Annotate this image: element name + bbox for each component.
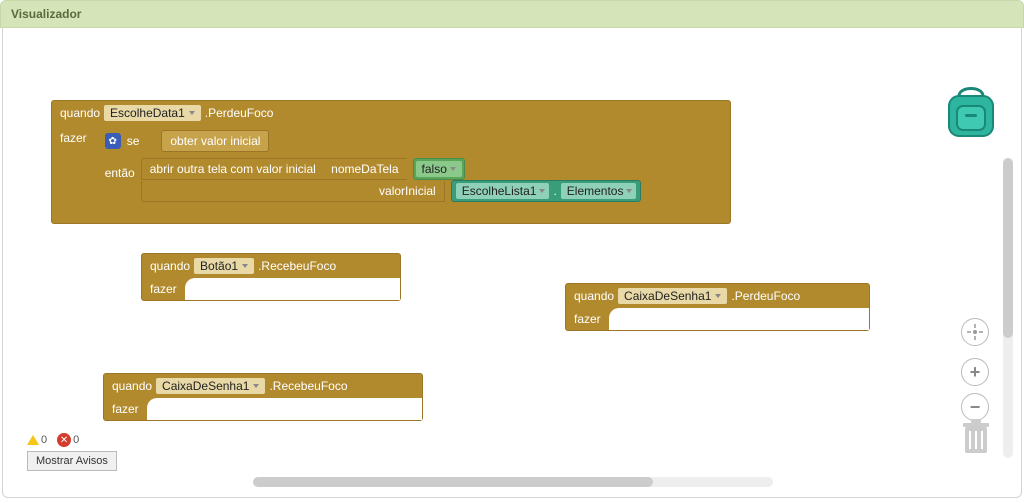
- component-dropdown[interactable]: CaixaDeSenha1: [156, 378, 265, 394]
- chevron-down-icon: [715, 294, 721, 298]
- dropdown-label: Elementos: [567, 184, 624, 198]
- blocks-canvas-container: quando EscolheData1 .PerdeuFoco fazer ✿ …: [2, 28, 1022, 498]
- event-name: .PerdeuFoco: [731, 289, 800, 303]
- then-label: então: [105, 158, 135, 180]
- event-block-escolhedata-perdeufoco[interactable]: quando EscolheData1 .PerdeuFoco fazer ✿ …: [51, 100, 731, 224]
- horizontal-scrollbar[interactable]: [253, 477, 773, 487]
- chevron-down-icon: [450, 167, 456, 171]
- vertical-scrollbar[interactable]: [1003, 158, 1013, 458]
- dropdown-label: Botão1: [200, 259, 238, 273]
- vertical-scroll-thumb[interactable]: [1003, 158, 1013, 338]
- show-warnings-label: Mostrar Avisos: [36, 455, 108, 467]
- property-dropdown[interactable]: Elementos: [561, 183, 637, 199]
- condition-block[interactable]: obter valor inicial: [161, 130, 269, 152]
- event-header: quando Botão1 .RecebeuFoco: [142, 254, 400, 278]
- horizontal-scroll-thumb[interactable]: [253, 477, 653, 487]
- chevron-down-icon: [242, 264, 248, 268]
- event-name: .RecebeuFoco: [258, 259, 336, 273]
- backpack-icon[interactable]: [939, 78, 1003, 142]
- panel-title: Visualizador: [11, 7, 81, 21]
- errors-count: 0: [73, 434, 79, 446]
- condition-text: obter valor inicial: [170, 134, 260, 148]
- when-label: quando: [60, 106, 100, 120]
- false-text: falso: [422, 162, 447, 176]
- component-dropdown[interactable]: Botão1: [194, 258, 254, 274]
- logic-false-block[interactable]: falso: [413, 158, 465, 180]
- event-header: quando CaixaDeSenha1 .PerdeuFoco: [566, 284, 869, 308]
- errors-indicator[interactable]: ✕ 0: [57, 433, 79, 447]
- dot: .: [553, 184, 556, 198]
- event-block-botao1-recebeufoco[interactable]: quando Botão1 .RecebeuFoco fazer: [141, 253, 401, 301]
- if-label: se: [127, 134, 140, 148]
- do-label: fazer: [566, 308, 609, 330]
- warning-icon: [27, 435, 39, 445]
- empty-body-slot[interactable]: [609, 308, 869, 330]
- then-row: então abrir outra tela com valor inicial…: [97, 155, 730, 205]
- event-block-caixadesenha-recebeufoco[interactable]: quando CaixaDeSenha1 .RecebeuFoco fazer: [103, 373, 423, 421]
- error-icon: ✕: [57, 433, 71, 447]
- arg-name-label: nomeDaTela: [331, 162, 398, 176]
- event-block-caixadesenha-perdeufoco[interactable]: quando CaixaDeSenha1 .PerdeuFoco fazer: [565, 283, 870, 331]
- zoom-in-button[interactable]: +: [961, 358, 989, 386]
- event-name: .RecebeuFoco: [269, 379, 347, 393]
- panel-header: Visualizador: [0, 0, 1024, 28]
- blocks-canvas[interactable]: quando EscolheData1 .PerdeuFoco fazer ✿ …: [3, 28, 993, 468]
- do-label: fazer: [104, 398, 147, 420]
- gear-icon[interactable]: ✿: [105, 133, 121, 149]
- if-row: ✿ se obter valor inicial: [97, 127, 730, 155]
- chevron-down-icon: [189, 111, 195, 115]
- component-dropdown[interactable]: EscolheData1: [104, 105, 201, 121]
- dropdown-label: EscolheLista1: [462, 184, 537, 198]
- show-warnings-button[interactable]: Mostrar Avisos: [27, 451, 117, 471]
- dropdown-label: EscolheData1: [110, 106, 185, 120]
- event-body: fazer ✿ se obter valor inicial: [52, 125, 730, 223]
- center-button[interactable]: [961, 318, 989, 346]
- empty-body-slot[interactable]: [185, 278, 400, 300]
- arg-valorinicial-label: valorInicial: [379, 184, 436, 198]
- component-dropdown[interactable]: EscolheLista1: [456, 183, 550, 199]
- do-label: fazer: [142, 278, 185, 300]
- do-label: fazer: [60, 127, 87, 145]
- when-label: quando: [574, 289, 614, 303]
- empty-body-slot[interactable]: [147, 398, 422, 420]
- trash-icon[interactable]: [959, 417, 993, 457]
- event-name: .PerdeuFoco: [205, 106, 274, 120]
- chevron-down-icon: [626, 189, 632, 193]
- warnings-count: 0: [41, 434, 47, 446]
- chevron-down-icon: [539, 189, 545, 193]
- event-header: quando CaixaDeSenha1 .RecebeuFoco: [104, 374, 422, 398]
- component-property-block[interactable]: EscolheLista1 . Elementos: [451, 180, 642, 202]
- dropdown-label: CaixaDeSenha1: [624, 289, 711, 303]
- event-header: quando EscolheData1 .PerdeuFoco: [52, 101, 730, 125]
- open-screen-arg2[interactable]: valorInicial: [141, 181, 445, 202]
- component-dropdown[interactable]: CaixaDeSenha1: [618, 288, 727, 304]
- warnings-indicator[interactable]: 0: [27, 434, 47, 446]
- dropdown-label: CaixaDeSenha1: [162, 379, 249, 393]
- open-screen-block[interactable]: abrir outra tela com valor inicial nomeD…: [141, 158, 407, 180]
- when-label: quando: [112, 379, 152, 393]
- chevron-down-icon: [253, 384, 259, 388]
- when-label: quando: [150, 259, 190, 273]
- open-screen-label: abrir outra tela com valor inicial: [150, 162, 316, 176]
- status-bar: 0 ✕ 0 Mostrar Avisos: [27, 433, 117, 471]
